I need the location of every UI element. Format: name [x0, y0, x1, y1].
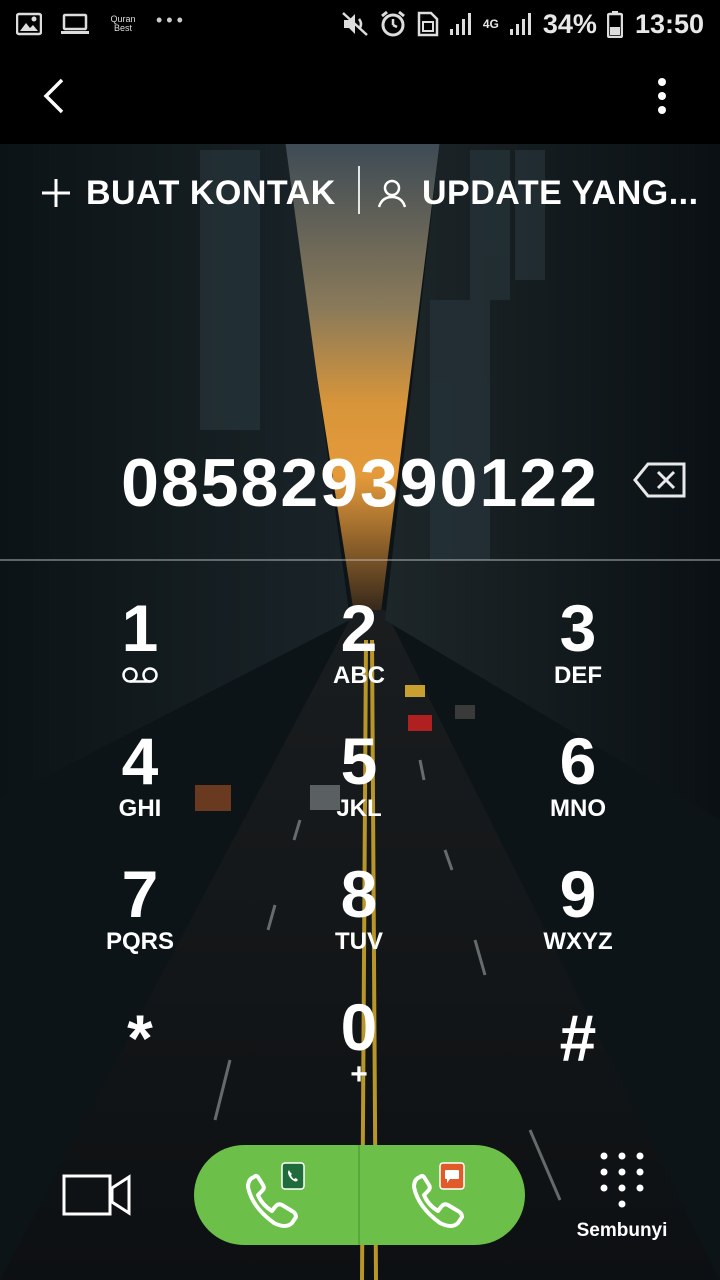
key-digit: 1 — [121, 591, 159, 665]
battery-percent: 34% — [542, 8, 597, 39]
key-letters: TUV — [335, 928, 383, 955]
key-digit: 9 — [559, 857, 597, 931]
mute-icon — [341, 11, 369, 37]
key-digit: 3 — [559, 591, 597, 665]
more-options-button[interactable] — [648, 76, 676, 116]
toolbar — [0, 48, 720, 144]
back-button[interactable] — [36, 76, 76, 116]
key-letters: + — [350, 1058, 368, 1091]
hide-label: Sembunyi — [576, 1220, 668, 1241]
laptop-icon — [60, 12, 90, 36]
call-buttons — [194, 1145, 525, 1245]
video-call-button[interactable] — [62, 1170, 132, 1220]
battery-icon — [606, 10, 623, 38]
key-letters: MNO — [550, 795, 606, 822]
more-notifications-icon: ••• — [156, 9, 187, 30]
contact-person-icon — [377, 179, 407, 208]
key-7[interactable]: 7 PQRS — [40, 856, 240, 976]
key-letters: JKL — [336, 795, 382, 822]
key-digit: # — [559, 1001, 597, 1075]
voicemail-icon — [121, 666, 159, 694]
key-0[interactable]: 0 + — [259, 989, 459, 1109]
update-existing-label: UPDATE YANG... — [422, 173, 699, 212]
key-9[interactable]: 9 WXYZ — [478, 856, 678, 976]
action-divider — [358, 166, 360, 214]
key-digit: 4 — [121, 724, 159, 798]
status-bar: Quran Best ••• 4G 34% 13:50 — [0, 0, 720, 48]
key-digit: * — [127, 1001, 153, 1075]
dialed-number[interactable]: 085829390122 — [100, 438, 620, 528]
chevron-left-icon — [43, 78, 64, 114]
kebab-menu-icon — [658, 78, 666, 114]
clock: 13:50 — [634, 8, 704, 39]
plus-icon — [42, 179, 70, 207]
key-2[interactable]: 2 ABC — [259, 590, 459, 710]
key-3[interactable]: 3 DEF — [478, 590, 678, 710]
alarm-icon — [379, 10, 407, 38]
signal-icon — [509, 11, 533, 37]
backspace-icon — [633, 462, 686, 498]
sim-icon — [417, 11, 439, 37]
key-letters: PQRS — [105, 928, 174, 955]
key-4[interactable]: 4 GHI — [40, 723, 240, 843]
contact-actions: BUAT KONTAK UPDATE YANG... — [0, 160, 720, 226]
4g-icon: 4G — [482, 17, 499, 31]
quran-best-icon: Quran Best — [110, 14, 136, 33]
key-digit: 2 — [340, 591, 378, 665]
create-contact-button[interactable]: BUAT KONTAK — [40, 168, 336, 218]
key-hash[interactable]: # — [478, 1000, 678, 1120]
call-sim1-button[interactable] — [194, 1145, 359, 1245]
key-star[interactable]: * — [40, 1000, 240, 1120]
number-divider — [0, 559, 720, 561]
dialpad-icon — [600, 1152, 644, 1208]
key-letters: ABC — [333, 662, 385, 689]
key-1[interactable]: 1 — [40, 590, 240, 710]
call-sim2-button[interactable] — [360, 1145, 525, 1245]
gallery-icon — [16, 12, 42, 36]
key-5[interactable]: 5 JKL — [259, 723, 459, 843]
backspace-button[interactable] — [632, 460, 688, 500]
key-digit: 6 — [559, 724, 597, 798]
key-digit: 8 — [340, 857, 378, 931]
signal-icon — [449, 11, 473, 37]
hide-keypad-button[interactable]: Sembunyi — [570, 1150, 674, 1250]
update-existing-button[interactable]: UPDATE YANG... — [376, 168, 706, 218]
key-digit: 7 — [121, 857, 159, 931]
phone-sim1-icon — [246, 1162, 305, 1228]
key-6[interactable]: 6 MNO — [478, 723, 678, 843]
phone-sim2-icon — [412, 1162, 465, 1228]
key-letters: GHI — [118, 795, 162, 822]
key-letters: WXYZ — [543, 928, 613, 955]
key-digit: 5 — [340, 724, 378, 798]
key-8[interactable]: 8 TUV — [259, 856, 459, 976]
key-digit: 0 — [340, 990, 378, 1064]
create-contact-label: BUAT KONTAK — [86, 173, 336, 212]
video-call-icon — [62, 1174, 131, 1216]
key-letters: DEF — [554, 662, 602, 689]
